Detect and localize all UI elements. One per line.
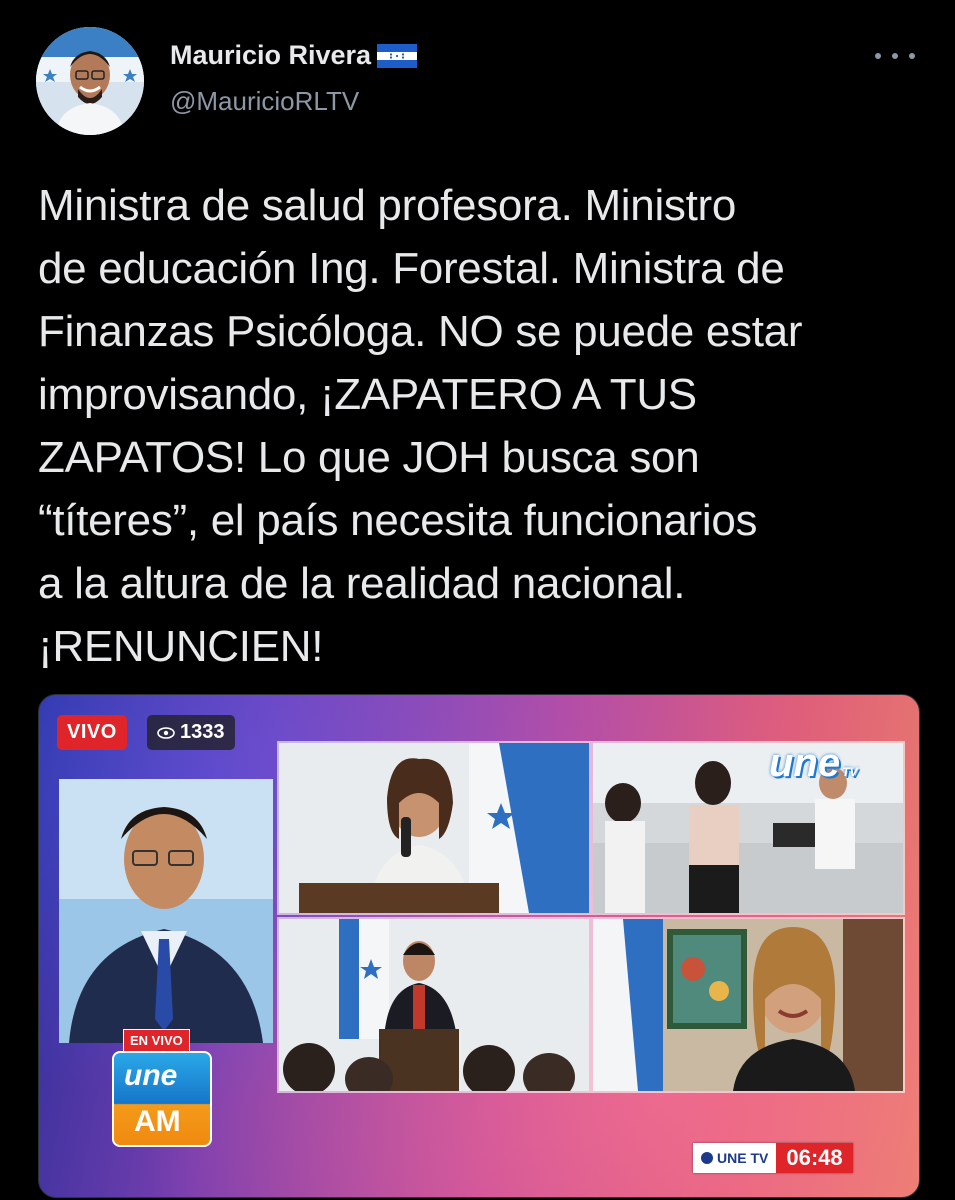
tweet-text: Ministra de salud profesora. Ministro de… [38,181,803,671]
viewer-count-badge: 1333 [147,715,235,750]
une-am-logo: une AM [112,1051,212,1147]
news-anchor-photo [59,779,273,1043]
more-dot-icon [875,53,881,59]
video-panel-office-scene [591,741,905,915]
more-options-button[interactable] [875,46,915,66]
tweet-media-image[interactable]: VIVO 1333 une TV EN VIVO une AM UNE TV 0… [38,694,920,1198]
eye-icon [157,726,175,739]
channel-bug-label: UNE TV [717,1150,769,1166]
video-panel-education-minister [277,917,591,1093]
more-dot-icon [892,53,898,59]
author-avatar[interactable] [36,27,144,135]
une-tv-watermark: une TV [769,741,857,786]
channel-bug: UNE TV 06:48 [693,1143,853,1173]
broadcast-clock: 06:48 [776,1143,853,1173]
anchor-video-panel [59,779,273,1043]
en-vivo-tag: EN VIVO [123,1029,190,1052]
channel-bug-brand: UNE TV [693,1143,777,1173]
avatar-photo-icon [36,27,144,135]
une-am-logo-am: AM [134,1105,181,1138]
une-tv-dot-icon [701,1152,713,1164]
more-dot-icon [909,53,915,59]
author-handle[interactable]: @MauricioRLTV [170,86,359,117]
finance-minister-photo [593,919,903,1091]
viewer-count: 1333 [180,721,225,743]
video-panel-finance-minister [591,917,905,1093]
live-badge: VIVO [57,715,127,750]
author-name-row: Mauricio Rivera [170,40,418,71]
tweet-card: Mauricio Rivera @MauricioRLTV Ministra d… [0,0,955,1200]
une-watermark-tv: TV [842,765,858,779]
education-minister-photo [279,919,589,1091]
health-minister-photo [279,743,589,913]
honduras-flag-icon [377,43,418,68]
une-watermark-text: une [769,741,841,785]
author-display-name[interactable]: Mauricio Rivera [170,40,371,71]
video-panel-health-minister [277,741,591,915]
une-am-logo-une: une [124,1059,178,1092]
